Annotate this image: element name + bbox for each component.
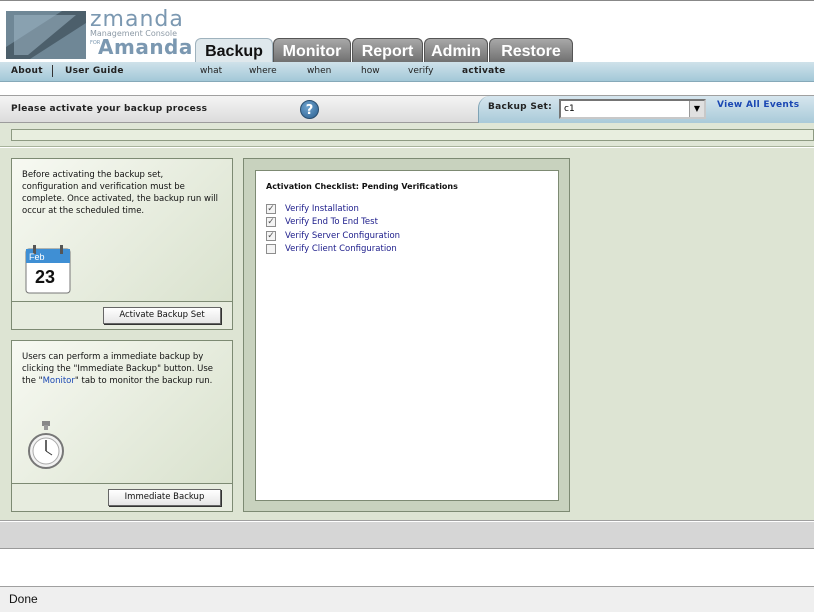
immediate-panel-footer: Immediate Backup [12, 483, 232, 511]
logo-brand: zmanda [90, 7, 184, 32]
progress-bar [11, 129, 814, 141]
checklist-heading: Activation Checklist: Pending Verificati… [266, 182, 458, 191]
backup-set-label: Backup Set: [488, 102, 553, 112]
immediate-text-after: " tab to monitor the backup run. [74, 376, 213, 386]
zmanda-logo[interactable]: zmanda Management Console FOR Amanda [6, 7, 193, 61]
subtab-how[interactable]: how [361, 66, 380, 77]
calendar-day: 23 [35, 267, 55, 287]
progress-strip [0, 123, 814, 147]
subtab-when[interactable]: when [307, 66, 331, 77]
activation-bar: Please activate your backup process ? Ba… [0, 96, 814, 123]
browser-status-bar: Done [0, 586, 814, 612]
sub-navigation: About User Guide what where when how ver… [0, 62, 814, 82]
backup-set-select[interactable]: c1 ▼ [559, 99, 706, 119]
checklist-item-label: Verify Client Configuration [285, 244, 397, 254]
subtab-verify[interactable]: verify [408, 66, 433, 77]
backup-set-box: Backup Set: c1 ▼ View All Events [478, 96, 814, 123]
tab-report[interactable]: Report [352, 38, 423, 63]
tab-restore[interactable]: Restore [489, 38, 573, 63]
checklist-item-label: Verify End To End Test [285, 217, 378, 227]
bottom-bar [0, 522, 814, 549]
zmanda-z-logo-icon [6, 11, 86, 59]
about-link[interactable]: About [11, 66, 43, 77]
checklist-frame: Activation Checklist: Pending Verificati… [243, 158, 570, 512]
stopwatch-icon [28, 421, 64, 469]
monitor-link[interactable]: Monitor [43, 376, 75, 386]
tab-monitor[interactable]: Monitor [273, 38, 351, 63]
immediate-backup-panel: Users can perform a immediate backup by … [11, 340, 233, 512]
logo-product: Amanda [98, 35, 193, 59]
checklist-item-label: Verify Installation [285, 204, 359, 214]
app-header: zmanda Management Console FOR Amanda Bac… [0, 0, 814, 64]
checklist-box: Activation Checklist: Pending Verificati… [255, 170, 559, 501]
calendar-icon: Feb 23 [25, 245, 71, 294]
immediate-description: Users can perform a immediate backup by … [22, 351, 222, 387]
activate-panel: Before activating the backup set, config… [11, 158, 233, 330]
checkbox[interactable]: ✓ [266, 204, 276, 214]
subtab-activate[interactable]: activate [462, 66, 506, 77]
activate-backup-set-button[interactable]: Activate Backup Set [103, 307, 221, 324]
backup-set-value: c1 [564, 104, 575, 114]
status-text: Done [9, 592, 38, 606]
activate-description: Before activating the backup set, config… [22, 170, 219, 216]
calendar-month: Feb [29, 252, 45, 262]
tab-admin[interactable]: Admin [424, 38, 488, 63]
checkbox[interactable]: ✓ [266, 231, 276, 241]
chevron-down-icon[interactable]: ▼ [689, 101, 704, 117]
page-title: Please activate your backup process [11, 104, 208, 114]
user-guide-link[interactable]: User Guide [65, 66, 124, 77]
main-content: Before activating the backup set, config… [0, 148, 814, 521]
nav-separator [52, 65, 53, 77]
view-all-events-link[interactable]: View All Events [717, 100, 799, 110]
help-icon[interactable]: ? [300, 100, 319, 119]
logo-for: FOR [90, 40, 101, 46]
subtab-what[interactable]: what [200, 66, 222, 77]
checkbox[interactable] [266, 244, 276, 254]
immediate-backup-button[interactable]: Immediate Backup [108, 489, 221, 506]
subtab-where[interactable]: where [249, 66, 277, 77]
activate-panel-footer: Activate Backup Set [12, 301, 232, 329]
checklist-item-label: Verify Server Configuration [285, 231, 401, 241]
tab-backup[interactable]: Backup [195, 38, 273, 64]
checkbox[interactable]: ✓ [266, 217, 276, 227]
header-spacer [0, 83, 814, 96]
